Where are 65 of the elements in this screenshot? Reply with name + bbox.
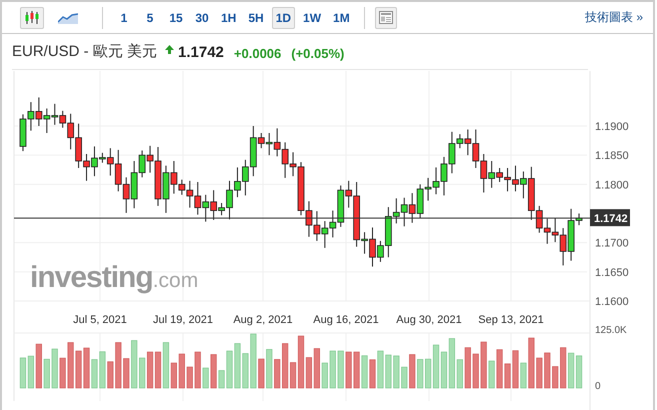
volume-bar — [409, 354, 416, 388]
interval-button[interactable]: 30 — [191, 6, 213, 28]
volume-bar — [472, 354, 479, 388]
volume-bar — [401, 366, 408, 388]
volume-bar — [330, 350, 336, 388]
interval-button[interactable]: 5 — [139, 6, 161, 28]
volume-bar — [417, 359, 424, 388]
layout-icon — [378, 11, 393, 24]
price-axis-label: 1.1800 — [595, 179, 629, 192]
price-axis-label: 1.1650 — [595, 266, 629, 279]
volume-bar — [202, 368, 209, 388]
interval-button[interactable]: 15 — [165, 6, 187, 28]
technical-chart-link[interactable]: 技術圖表 » — [584, 9, 643, 26]
interval-button[interactable]: 1 — [113, 6, 135, 28]
volume-bar — [107, 361, 114, 388]
volume-bar — [393, 356, 400, 388]
volume-bar — [322, 362, 328, 388]
investing-logo: investing.com — [30, 261, 198, 294]
volume-bar — [250, 334, 256, 388]
interval-button[interactable]: 1W — [299, 6, 326, 28]
current-price-tag: 1.1742 — [590, 209, 630, 226]
volume-bar — [44, 358, 50, 388]
volume-bar — [194, 352, 201, 388]
area-chart-icon — [58, 12, 78, 24]
symbol-title: EUR/USD - 歐元 美元 — [12, 42, 158, 61]
volume-bar — [186, 366, 193, 388]
candlestick-chart-button[interactable] — [20, 6, 44, 28]
volume-bar — [536, 358, 542, 388]
volume-axis-label: 0 — [595, 381, 601, 392]
date-axis-label: Aug 16, 2021 — [313, 314, 379, 326]
date-axis-label: Aug 30, 2021 — [396, 314, 462, 326]
volume-bar — [131, 340, 138, 388]
date-axis-label: Aug 2, 2021 — [233, 314, 293, 326]
volume-bar — [464, 347, 471, 388]
interval-button[interactable]: 1M — [329, 6, 354, 28]
volume-bar — [480, 342, 487, 388]
price-axis-label: 1.1600 — [595, 296, 629, 308]
interval-button[interactable]: 5H — [244, 6, 268, 28]
volume-bar — [488, 360, 495, 388]
date-axis-label: Jul 19, 2021 — [153, 314, 213, 326]
volume-bar — [115, 342, 122, 388]
volume-bar — [266, 349, 272, 388]
volume-axis-label: 125.0K — [595, 325, 627, 336]
price-change: +0.0006 — [234, 46, 282, 61]
percent-change: (+0.05%) — [291, 46, 344, 61]
volume-bar — [178, 354, 185, 388]
last-price: 1.1742 — [178, 44, 224, 61]
volume-bar — [338, 350, 344, 388]
price-axis-label: 1.1900 — [595, 121, 629, 133]
interval-button[interactable]: 1D — [272, 6, 296, 28]
date-axis-label: Jul 5, 2021 — [73, 314, 127, 326]
price-axis-label: 1.1850 — [595, 150, 629, 162]
date-axis-label: Sep 13, 2021 — [478, 314, 544, 326]
volume-bar — [346, 352, 352, 388]
volume-bar — [123, 358, 130, 388]
layout-button[interactable] — [374, 6, 397, 28]
price-axis-label: 1.1700 — [595, 238, 629, 250]
volume-bar — [60, 358, 66, 388]
volume-bar — [52, 348, 58, 388]
candlestick-icon — [24, 10, 40, 24]
interval-button[interactable]: 1H — [217, 6, 240, 28]
volume-bar — [552, 366, 558, 388]
volume-bar — [544, 352, 550, 388]
volume-bar — [274, 359, 280, 388]
volume-bar — [258, 358, 264, 388]
